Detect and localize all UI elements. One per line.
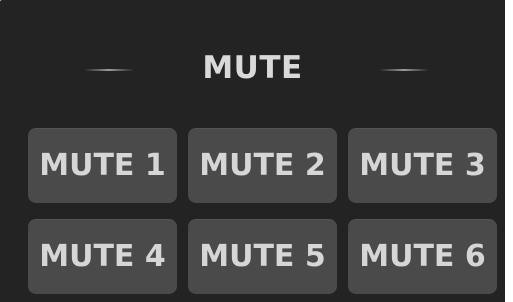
mute-1-button[interactable]: MUTE 1 xyxy=(28,128,177,203)
section-title: MUTE xyxy=(202,50,303,86)
header-divider-left xyxy=(84,69,134,71)
mute-5-button[interactable]: MUTE 5 xyxy=(188,219,337,294)
mute-3-button[interactable]: MUTE 3 xyxy=(348,128,497,203)
header-divider-right xyxy=(379,69,429,71)
mute-6-button[interactable]: MUTE 6 xyxy=(348,219,497,294)
mute-section-header: MUTE xyxy=(0,44,505,94)
mute-panel: MUTE MUTE 1 MUTE 2 MUTE 3 MUTE 4 MUTE 5 … xyxy=(0,0,505,302)
mute-4-button[interactable]: MUTE 4 xyxy=(28,219,177,294)
mute-2-button[interactable]: MUTE 2 xyxy=(188,128,337,203)
